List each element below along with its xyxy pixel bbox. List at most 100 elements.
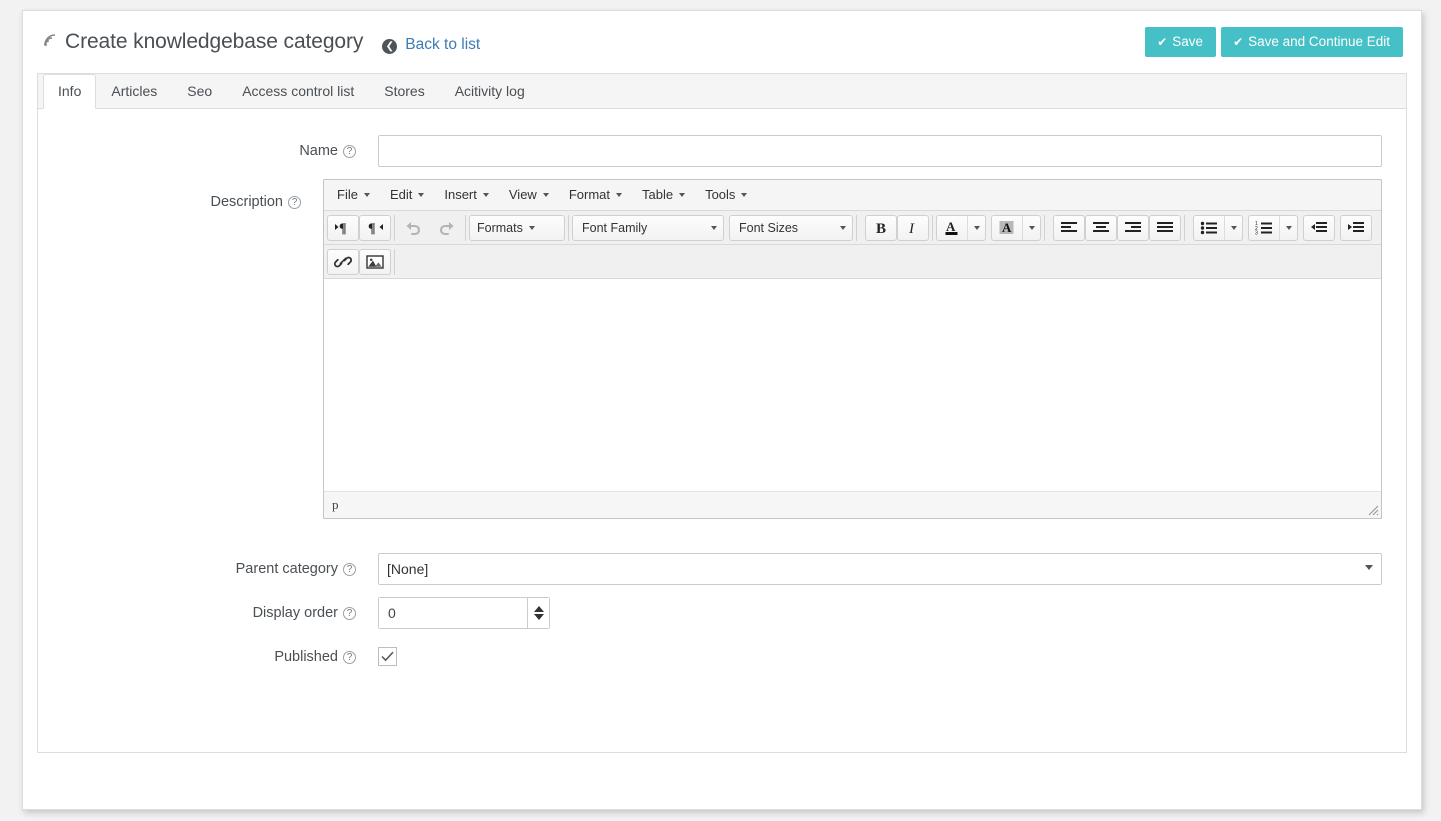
description-label-text: Description <box>210 194 283 210</box>
svg-text:B: B <box>876 221 886 236</box>
toolbar-group-align <box>1053 214 1185 241</box>
help-icon[interactable]: ? <box>343 607 356 620</box>
description-label: Description? <box>38 179 323 225</box>
display-order-input[interactable] <box>379 598 527 628</box>
name-label: Name? <box>38 135 378 167</box>
link-icon[interactable] <box>327 248 359 275</box>
layers-icon <box>43 33 60 54</box>
display-order-control <box>378 597 1406 629</box>
toolbar-group-insert <box>327 248 395 275</box>
form-row-published: Published? <box>38 641 1406 673</box>
menu-format[interactable]: Format <box>559 184 632 206</box>
display-order-stepper <box>378 597 550 629</box>
toolbar-group-direction: ¶ ¶ <box>327 214 395 241</box>
formats-dropdown-label: Formats <box>477 220 523 235</box>
chevron-down-icon <box>542 192 549 197</box>
help-icon[interactable]: ? <box>343 145 356 158</box>
italic-icon[interactable]: I <box>897 214 929 241</box>
tab-panel-info: Name? Description? File Edit Insert View… <box>38 109 1406 725</box>
published-control <box>378 641 1406 667</box>
name-input[interactable] <box>378 135 1382 167</box>
chevron-down-icon[interactable] <box>1224 215 1242 240</box>
align-right-icon[interactable] <box>1117 214 1149 241</box>
text-color-picker[interactable]: A <box>936 214 986 241</box>
screenshot-page: Create knowledgebase category ❮ Back to … <box>0 0 1441 821</box>
menu-view-label: View <box>508 187 537 202</box>
menu-view[interactable]: View <box>499 184 559 206</box>
save-button[interactable]: ✔ Save <box>1145 26 1217 58</box>
formats-dropdown[interactable]: Formats <box>469 214 565 241</box>
undo-icon[interactable] <box>398 215 430 241</box>
align-left-icon[interactable] <box>1053 214 1085 241</box>
redo-icon[interactable] <box>430 215 462 241</box>
background-color-picker[interactable]: A <box>991 214 1041 241</box>
toolbar-group-formats: Formats <box>469 214 569 241</box>
back-to-list-link[interactable]: Back to list <box>405 36 480 54</box>
chevron-down-icon <box>616 192 622 197</box>
save-and-continue-edit-label: Save and Continue Edit <box>1248 33 1390 49</box>
align-center-icon[interactable] <box>1085 214 1117 241</box>
parent-category-select[interactable]: [None] <box>378 553 1382 585</box>
chevron-down-icon <box>418 192 425 197</box>
back-to-list[interactable]: ❮ Back to list <box>382 36 480 54</box>
tab-access-control-list[interactable]: Access control list <box>227 74 369 109</box>
description-control: File Edit Insert View Format Table Tools… <box>323 179 1406 519</box>
svg-text:A: A <box>946 219 956 234</box>
indent-icon[interactable] <box>1340 214 1372 241</box>
rtl-icon[interactable]: ¶ <box>359 214 391 241</box>
font-family-dropdown[interactable]: Font Family <box>572 214 724 241</box>
chevron-down-icon[interactable] <box>1022 215 1040 240</box>
published-checkbox[interactable] <box>378 647 397 666</box>
ltr-icon[interactable]: ¶ <box>327 214 359 241</box>
outdent-icon[interactable] <box>1303 214 1335 241</box>
svg-text:I: I <box>908 221 915 236</box>
browser-viewport: Create knowledgebase category ❮ Back to … <box>22 10 1422 810</box>
parent-category-label: Parent category? <box>38 553 378 585</box>
align-justify-icon[interactable] <box>1149 214 1181 241</box>
font-sizes-dropdown[interactable]: Font Sizes <box>729 214 853 241</box>
tab-info[interactable]: Info <box>43 74 97 109</box>
spinner-up-icon[interactable] <box>533 606 544 612</box>
name-control <box>378 135 1406 167</box>
tab-stores[interactable]: Stores <box>369 74 439 109</box>
editor-status-bar: p <box>324 492 1381 518</box>
menu-tools[interactable]: Tools <box>695 184 757 206</box>
chevron-down-icon <box>528 225 535 230</box>
editor-element-path[interactable]: p <box>332 497 339 513</box>
arrow-left-circle-icon: ❮ <box>382 38 398 54</box>
tab-acitivity-log[interactable]: Acitivity log <box>440 74 540 109</box>
editor-menubar: File Edit Insert View Format Table Tools <box>324 180 1381 211</box>
form-row-description: Description? File Edit Insert View Forma… <box>38 179 1406 519</box>
chevron-down-icon[interactable] <box>967 215 985 240</box>
editor-resize-handle[interactable] <box>1365 502 1379 516</box>
save-and-continue-edit-button[interactable]: ✔︎ Save and Continue Edit <box>1221 26 1403 58</box>
parent-category-control: [None] <box>378 553 1406 585</box>
chevron-down-icon <box>482 192 489 197</box>
numbered-list-dropdown[interactable]: 1 2 3 <box>1248 214 1298 241</box>
chevron-down-icon <box>679 192 686 197</box>
display-order-spin-buttons <box>527 598 549 628</box>
editor-content-area[interactable] <box>324 279 1381 492</box>
toolbar-group-lists: 1 2 3 <box>1193 214 1375 241</box>
numbered-list-icon: 1 2 3 <box>1249 216 1279 240</box>
bold-icon[interactable]: B <box>865 214 897 241</box>
chevron-down-icon[interactable] <box>1279 215 1297 240</box>
menu-file-label: File <box>337 187 358 202</box>
page-header-left: Create knowledgebase category ❮ Back to … <box>43 30 480 55</box>
editor-toolbar-row-1: ¶ ¶ Formats Font Family Font Sizes B I A… <box>324 211 1381 245</box>
image-icon[interactable] <box>359 248 391 275</box>
bullet-list-dropdown[interactable] <box>1193 214 1243 241</box>
svg-text:3: 3 <box>1255 230 1258 235</box>
menu-table[interactable]: Table <box>632 184 695 206</box>
help-icon[interactable]: ? <box>343 563 356 576</box>
menu-insert[interactable]: Insert <box>434 184 499 206</box>
menu-edit[interactable]: Edit <box>380 184 434 206</box>
help-icon[interactable]: ? <box>288 196 301 209</box>
tab-seo[interactable]: Seo <box>172 74 227 109</box>
form-row-display-order: Display order? <box>38 597 1406 629</box>
help-icon[interactable]: ? <box>343 651 356 664</box>
tab-articles[interactable]: Articles <box>96 74 172 109</box>
menu-file[interactable]: File <box>327 184 380 206</box>
spinner-down-icon[interactable] <box>533 614 544 620</box>
name-label-text: Name <box>299 143 338 159</box>
